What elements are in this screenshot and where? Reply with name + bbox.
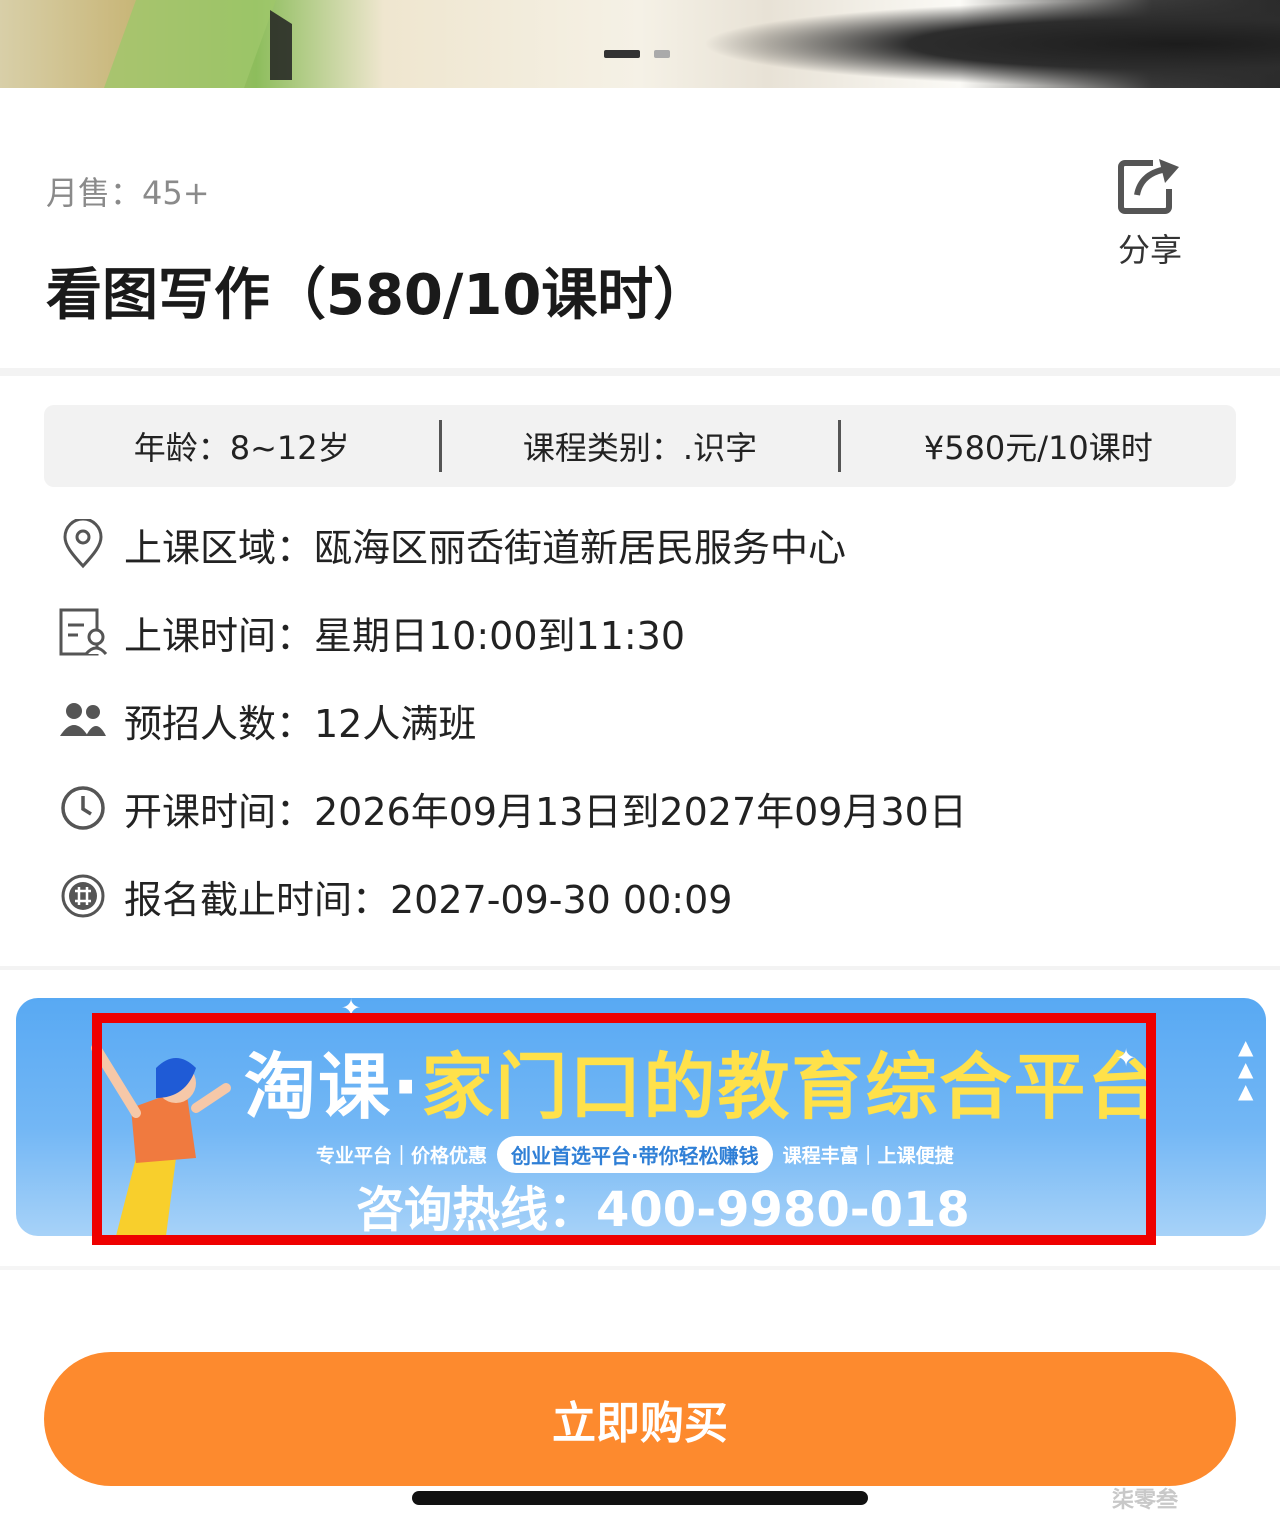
detail-row-location: 上课区域：瓯海区丽岙街道新居民服务中心: [56, 500, 1256, 588]
hero-image-detail: [103, 0, 277, 88]
detail-row-schedule: 上课时间：星期日10:00到11:30: [56, 588, 1256, 676]
spec-category: 课程类别：.识字: [522, 429, 758, 467]
highlight-box: [92, 1013, 1156, 1245]
section-divider: [0, 966, 1280, 970]
banner-scroll-arrows-icon: ▲ ▲ ▲: [1238, 1035, 1254, 1103]
course-details: 上课区域：瓯海区丽岙街道新居民服务中心 上课时间：星期日10:00到11:30 …: [56, 500, 1256, 940]
watermark: 柒零叁: [1112, 1488, 1179, 1513]
product-image-carousel[interactable]: [0, 0, 1280, 88]
location-pin-icon: [56, 517, 110, 571]
product-title: 看图写作（580/10课时）: [46, 263, 710, 328]
detail-row-start-date: 开课时间：2026年09月13日到2027年09月30日: [56, 764, 1256, 852]
detail-row-deadline: 报名截止时间：2027-09-30 00:09: [56, 852, 1256, 940]
detail-text: 预招人数：12人满班: [124, 701, 477, 746]
detail-text: 上课区域：瓯海区丽岙街道新居民服务中心: [124, 525, 847, 570]
share-button[interactable]: 分享: [1110, 155, 1190, 271]
detail-text: 开课时间：2026年09月13日到2027年09月30日: [124, 789, 967, 834]
detail-text: 报名截止时间：2027-09-30 00:09: [124, 877, 733, 922]
clock-icon: [56, 781, 110, 835]
spec-bar: 年龄：8~12岁 课程类别：.识字 ¥580元/10课时: [44, 405, 1236, 487]
carousel-dot-active: [604, 50, 640, 58]
buy-now-button[interactable]: 立即购买: [44, 1352, 1236, 1486]
detail-row-capacity: 预招人数：12人满班: [56, 676, 1256, 764]
home-indicator[interactable]: [412, 1491, 868, 1505]
detail-text: 上课时间：星期日10:00到11:30: [124, 613, 686, 658]
hero-image-detail: [700, 0, 1280, 88]
enroll-icon: [56, 869, 110, 923]
hero-image-detail: [270, 10, 430, 80]
spec-age: 年龄：8~12岁: [133, 429, 350, 467]
people-icon: [56, 693, 110, 747]
share-label: 分享: [1117, 231, 1182, 269]
schedule-icon: [56, 605, 110, 659]
monthly-sales: 月售：45+: [46, 174, 210, 212]
section-divider: [0, 368, 1280, 376]
carousel-indicator: [604, 50, 670, 58]
share-icon: [1118, 159, 1179, 214]
section-divider: [0, 1266, 1280, 1270]
spec-price: ¥580元/10课时: [923, 429, 1153, 467]
carousel-dot[interactable]: [654, 50, 670, 58]
